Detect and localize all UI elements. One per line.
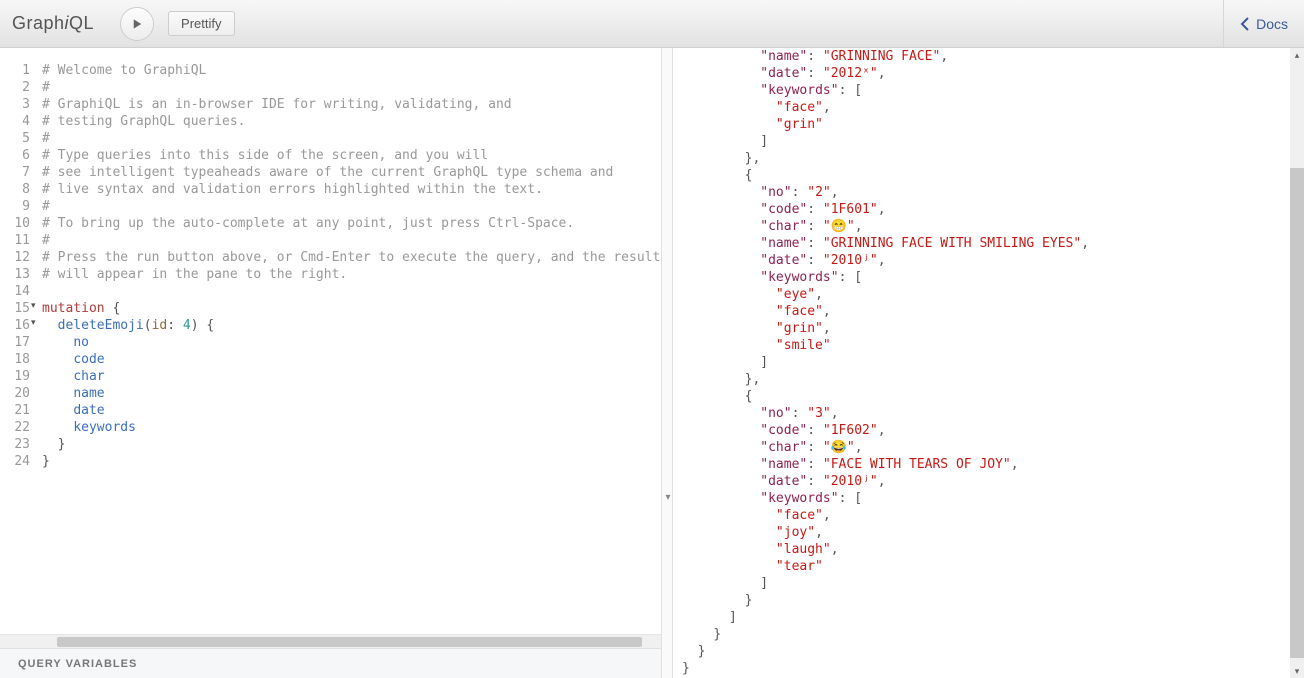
editor-pane: 123456789101112131415161718192021222324 … — [0, 48, 662, 678]
chevron-down-icon[interactable]: ▾ — [662, 492, 674, 503]
result-vscroll[interactable]: ▴ ▾ — [1290, 48, 1304, 678]
vscroll-thumb[interactable] — [1290, 168, 1304, 658]
result-fold-gutter: ▾ — [662, 48, 673, 678]
main: 123456789101112131415161718192021222324 … — [0, 48, 1304, 678]
query-variables-bar[interactable]: QUERY VARIABLES — [0, 648, 661, 678]
code-text[interactable]: # Welcome to GraphiQL # # GraphiQL is an… — [38, 48, 661, 634]
query-variables-label: QUERY VARIABLES — [18, 658, 137, 670]
docs-toggle[interactable]: Docs — [1223, 0, 1304, 47]
scroll-up-icon[interactable]: ▴ — [1290, 48, 1304, 62]
scroll-down-icon[interactable]: ▾ — [1290, 664, 1304, 678]
query-editor[interactable]: 123456789101112131415161718192021222324 … — [0, 48, 661, 634]
prettify-button[interactable]: Prettify — [168, 11, 234, 36]
title-post: QL — [69, 13, 94, 33]
fold-icon[interactable]: ▾ — [31, 317, 36, 328]
run-button[interactable] — [120, 7, 154, 41]
toolbar: GraphiQL Prettify Docs — [0, 0, 1304, 48]
chevron-left-icon — [1240, 17, 1250, 31]
title-pre: Graph — [12, 13, 65, 33]
play-icon — [130, 17, 144, 31]
line-gutter: 123456789101112131415161718192021222324 — [0, 48, 38, 634]
app-title: GraphiQL — [12, 13, 94, 34]
fold-icon[interactable]: ▾ — [31, 300, 36, 311]
result-text[interactable]: "name": "GRINNING FACE", "date": "2012ˣ"… — [662, 48, 1304, 678]
editor-hscroll[interactable] — [0, 634, 661, 648]
docs-label: Docs — [1256, 16, 1288, 32]
hscroll-thumb[interactable] — [57, 637, 642, 647]
result-pane: ▾ "name": "GRINNING FACE", "date": "2012… — [662, 48, 1304, 678]
